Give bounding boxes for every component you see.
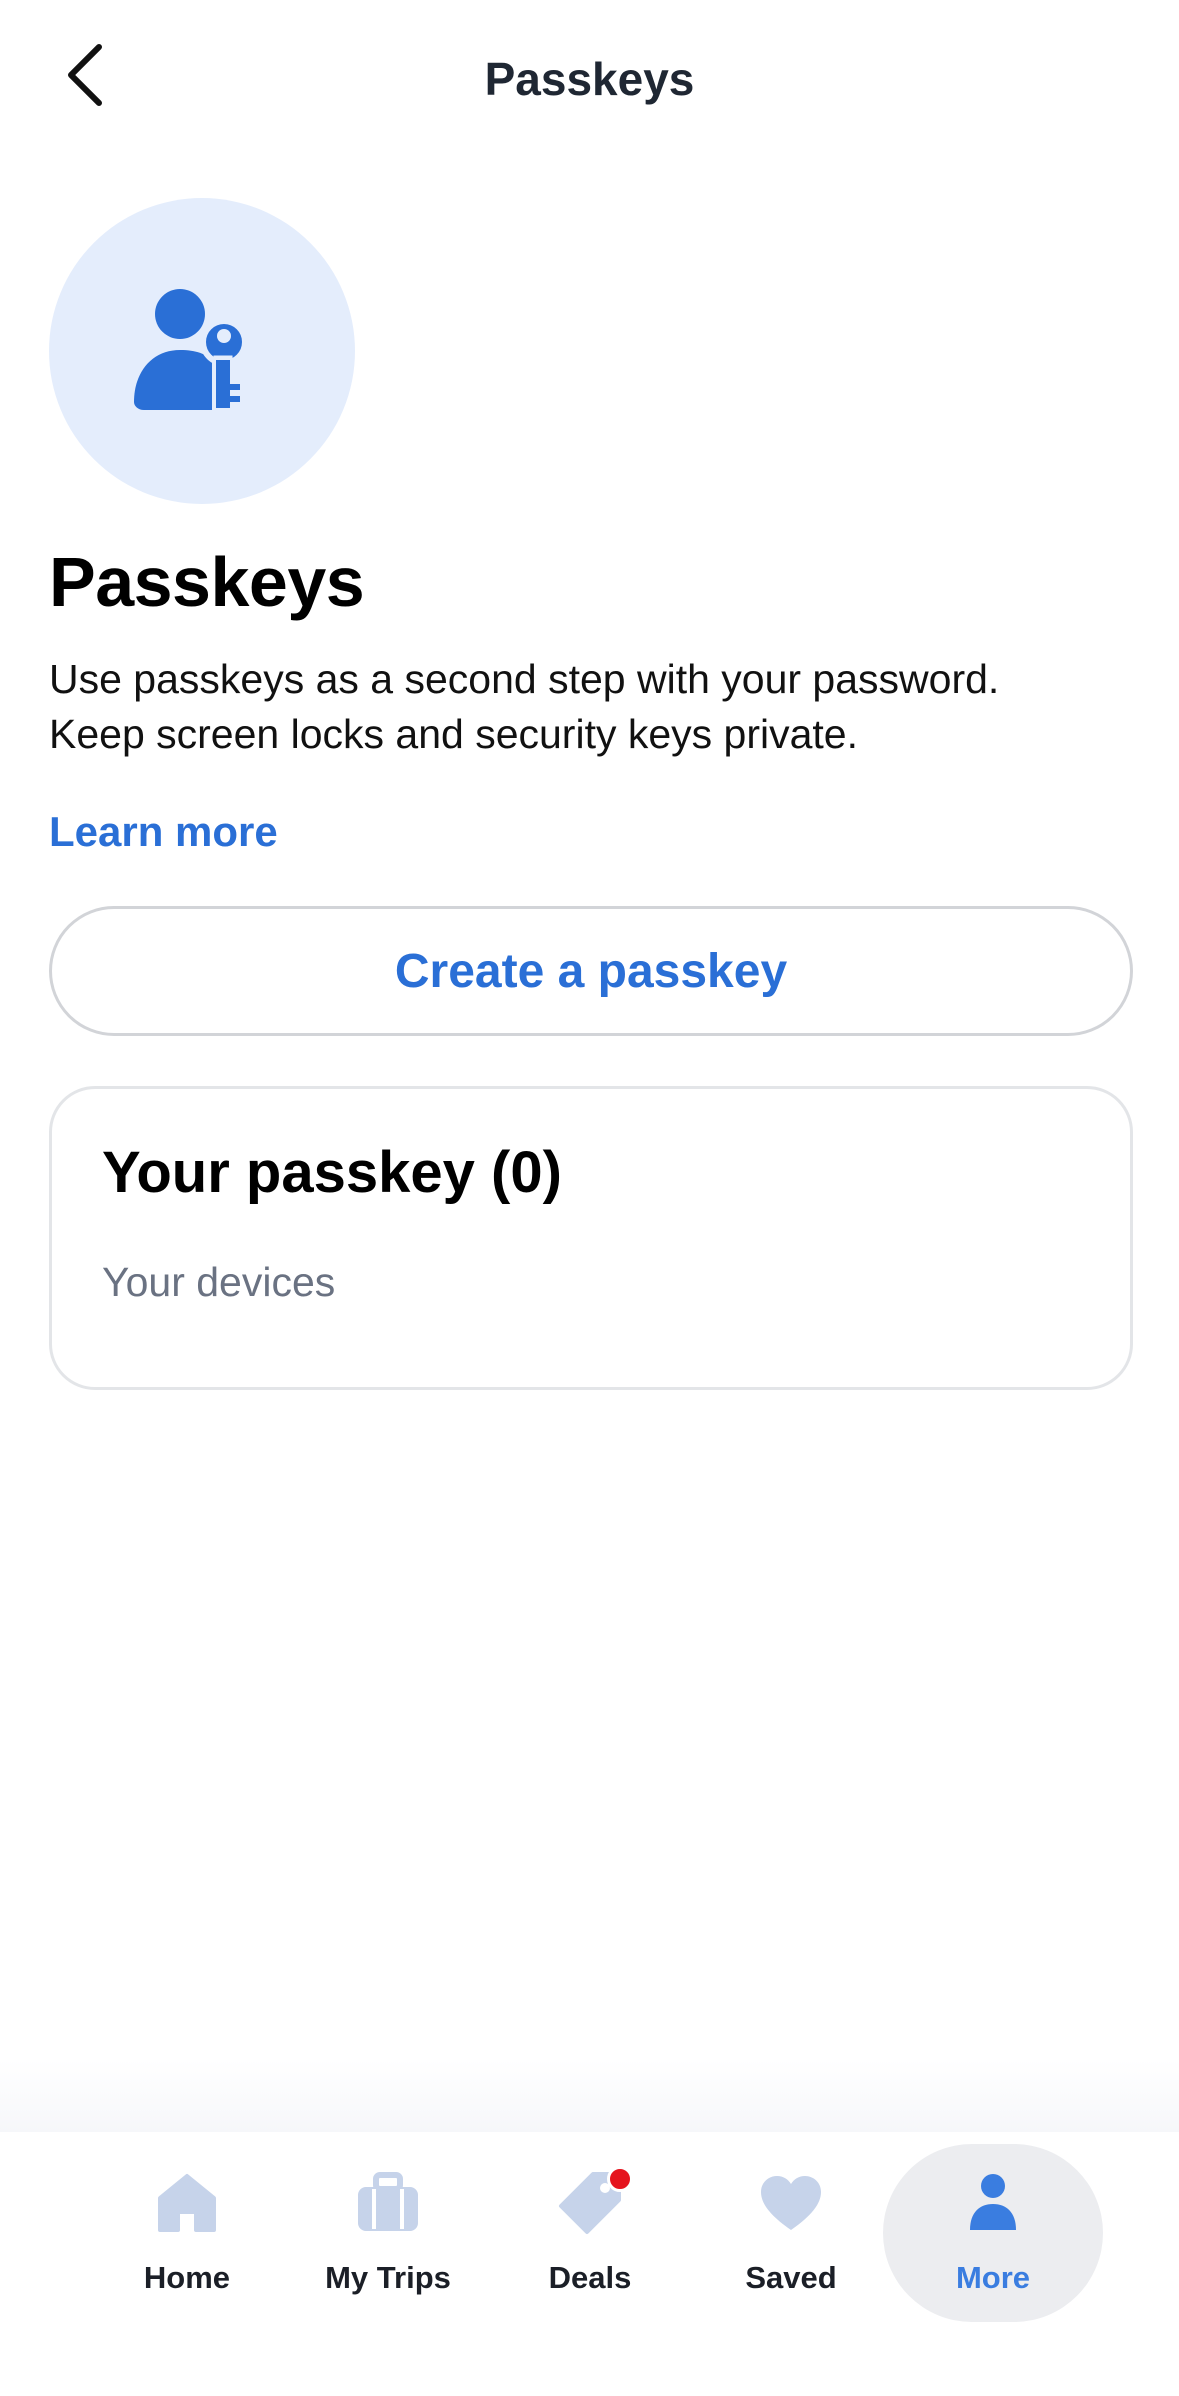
page-title: Passkeys (484, 53, 695, 105)
nav-shadow (0, 2060, 1179, 2132)
suitcase-icon (353, 2168, 423, 2238)
description-line-2: Keep screen locks and security keys priv… (49, 711, 858, 757)
description-text: Use passkeys as a second step with your … (49, 652, 1129, 762)
tab-deals[interactable]: Deals (480, 2144, 700, 2322)
tab-my-trips-label: My Trips (325, 2260, 451, 2295)
top-bar: Passkeys (0, 0, 1179, 170)
bottom-tab-bar: Home My Trips Deals Saved More (0, 2132, 1179, 2396)
tab-home-label: Home (143, 2260, 231, 2295)
passkey-list-card: Your passkey (0) Your devices (49, 1086, 1133, 1390)
tab-saved[interactable]: Saved (681, 2144, 901, 2322)
deals-badge (607, 2166, 633, 2192)
home-icon (152, 2168, 222, 2238)
description-line-1: Use passkeys as a second step with your … (49, 656, 1000, 702)
user-key-icon (134, 289, 248, 413)
passkeys-screen: Passkeys Passkeys Use passkeys as a seco… (0, 0, 1179, 2396)
tab-deals-label: Deals (548, 2260, 632, 2295)
tab-my-trips[interactable]: My Trips (278, 2144, 498, 2322)
passkey-count-title: Your passkey (0) (102, 1140, 562, 1205)
tab-home[interactable]: Home (77, 2144, 297, 2322)
heart-icon (756, 2168, 826, 2238)
tab-more-label: More (955, 2260, 1031, 2295)
person-icon (958, 2168, 1028, 2238)
hero-icon-circle (49, 198, 355, 504)
tab-more[interactable]: More (883, 2144, 1103, 2322)
create-passkey-button[interactable]: Create a passkey (49, 906, 1133, 1036)
tag-icon (555, 2166, 633, 2238)
learn-more-link[interactable]: Learn more (49, 808, 278, 856)
tab-saved-label: Saved (745, 2260, 837, 2295)
devices-subtitle: Your devices (102, 1259, 336, 1305)
section-heading: Passkeys (49, 543, 365, 621)
